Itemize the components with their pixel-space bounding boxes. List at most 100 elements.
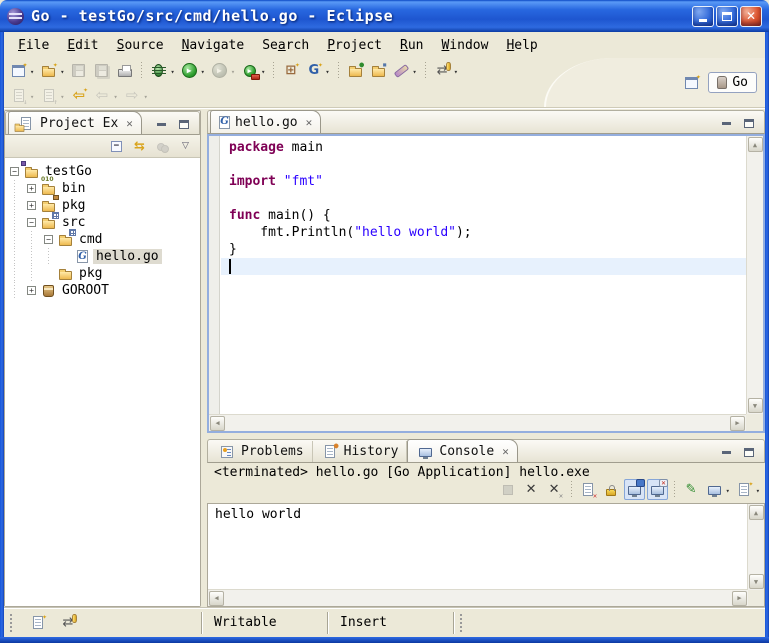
tab-history[interactable]: ●History bbox=[313, 441, 408, 462]
new-go-project-button[interactable]: ⊞✦ bbox=[280, 60, 301, 81]
minimize-console-button[interactable] bbox=[718, 445, 734, 459]
scroll-right-button[interactable]: ▶ bbox=[732, 591, 747, 606]
maximize-editor-button[interactable] bbox=[741, 116, 757, 130]
link-with-editor-button[interactable]: ⇆ bbox=[129, 136, 150, 157]
tree-item-goroot[interactable]: +GOROOT bbox=[5, 282, 200, 299]
code-line[interactable]: func main() { bbox=[229, 207, 746, 224]
open-console-button[interactable]: ✦ bbox=[734, 479, 755, 500]
expander-icon[interactable]: + bbox=[27, 184, 36, 193]
maximize-view-button[interactable] bbox=[176, 117, 192, 131]
forward-dropdown-icon[interactable]: ▾ bbox=[144, 93, 148, 101]
debug-dropdown-icon[interactable]: ▾ bbox=[170, 68, 174, 76]
tree-item-src[interactable]: −src bbox=[5, 214, 200, 231]
new-menu-button[interactable]: ✦ bbox=[38, 60, 59, 81]
scroll-left-button[interactable]: ◀ bbox=[210, 416, 225, 431]
code-line[interactable]: import "fmt" bbox=[229, 173, 746, 190]
show-stderr-button[interactable]: ✕ bbox=[647, 479, 668, 500]
clear-console-button[interactable]: ✕ bbox=[578, 479, 599, 500]
menu-file[interactable]: File bbox=[9, 35, 58, 56]
scroll-lock-button[interactable] bbox=[601, 479, 622, 500]
pin-console-button[interactable]: ✎ bbox=[681, 479, 702, 500]
code-line[interactable] bbox=[229, 156, 746, 173]
sync-icon[interactable]: ⇄ bbox=[59, 614, 77, 632]
remove-all-launches-button[interactable]: ✕✕ bbox=[544, 479, 565, 500]
drag-handle[interactable] bbox=[460, 614, 463, 632]
new-wizard-button[interactable]: ✦ bbox=[8, 60, 29, 81]
print-button[interactable] bbox=[114, 60, 135, 81]
search-dropdown-icon[interactable]: ▾ bbox=[413, 68, 417, 76]
view-menu-button[interactable]: ▽ bbox=[175, 136, 196, 157]
menu-navigate[interactable]: Navigate bbox=[173, 35, 254, 56]
new-go-file-button[interactable]: G✦ bbox=[303, 60, 324, 81]
tab-problems[interactable]: Problems bbox=[210, 441, 313, 462]
next-annotation-dropdown-icon[interactable]: ▾ bbox=[30, 93, 34, 101]
minimize-editor-button[interactable] bbox=[718, 116, 734, 130]
code-line[interactable] bbox=[229, 190, 746, 207]
maximize-console-button[interactable] bbox=[741, 445, 757, 459]
scroll-down-button[interactable]: ▼ bbox=[748, 398, 763, 413]
tree-item-hello-go[interactable]: Ghello.go bbox=[5, 248, 200, 265]
code-line-current[interactable] bbox=[221, 258, 746, 275]
show-stdout-button[interactable] bbox=[624, 479, 645, 500]
code-line[interactable]: } bbox=[229, 241, 746, 258]
minimize-view-button[interactable] bbox=[153, 117, 169, 131]
console-horizontal-scrollbar[interactable]: ◀ ▶ bbox=[208, 589, 748, 606]
editor-horizontal-scrollbar[interactable]: ◀ ▶ bbox=[209, 414, 746, 431]
expander-icon[interactable]: − bbox=[27, 218, 36, 227]
run-config-dropdown-icon[interactable]: ▾ bbox=[231, 68, 235, 76]
tab-hello-go[interactable]: G hello.go ✕ bbox=[210, 110, 321, 133]
tree-item-cmd[interactable]: −cmd bbox=[5, 231, 200, 248]
tree-item-pkg[interactable]: pkg bbox=[5, 265, 200, 282]
last-edit-location-button[interactable]: ⇦✦ bbox=[68, 85, 89, 106]
scroll-left-button[interactable]: ◀ bbox=[209, 591, 224, 606]
scroll-down-button[interactable]: ▼ bbox=[749, 574, 764, 589]
menu-project[interactable]: Project bbox=[318, 35, 391, 56]
tab-console[interactable]: Console✕ bbox=[407, 439, 517, 462]
code-editor[interactable]: package main import "fmt" func main() { fm… bbox=[221, 136, 746, 414]
close-button[interactable]: ✕ bbox=[740, 6, 762, 27]
drag-handle[interactable] bbox=[10, 614, 13, 632]
menu-edit[interactable]: Edit bbox=[58, 35, 107, 56]
close-editor-icon[interactable]: ✕ bbox=[306, 116, 313, 129]
console-vertical-scrollbar[interactable]: ▲ ▼ bbox=[747, 504, 764, 590]
editor-vertical-scrollbar[interactable]: ▲ ▼ bbox=[746, 136, 763, 414]
minimize-button[interactable] bbox=[692, 6, 714, 27]
expander-icon[interactable]: + bbox=[27, 286, 36, 295]
close-view-icon[interactable]: ✕ bbox=[502, 445, 509, 458]
maximize-button[interactable] bbox=[716, 6, 738, 27]
menu-source[interactable]: Source bbox=[108, 35, 173, 56]
scroll-up-button[interactable]: ▲ bbox=[749, 505, 764, 520]
back-dropdown-icon[interactable]: ▾ bbox=[113, 93, 117, 101]
fast-view-icon[interactable]: ✦ bbox=[29, 614, 47, 632]
prev-annotation-dropdown-icon[interactable]: ▾ bbox=[60, 93, 64, 101]
run-button[interactable]: ▶ bbox=[179, 60, 200, 81]
code-line[interactable]: fmt.Println("hello world"); bbox=[229, 224, 746, 241]
expander-icon[interactable]: + bbox=[27, 201, 36, 210]
tab-project-explorer[interactable]: Project Ex ✕ bbox=[8, 111, 142, 134]
tree-item-bin[interactable]: +010bin bbox=[5, 180, 200, 197]
external-tools-button[interactable]: ▶ bbox=[239, 60, 260, 81]
open-resource-button[interactable]: ▪ bbox=[368, 60, 389, 81]
scroll-right-button[interactable]: ▶ bbox=[730, 416, 745, 431]
external-tools-dropdown-icon[interactable]: ▾ bbox=[261, 68, 265, 76]
expander-icon[interactable]: − bbox=[10, 167, 19, 176]
open-type-button[interactable]: ● bbox=[345, 60, 366, 81]
search-button[interactable] bbox=[391, 60, 412, 81]
new-go-file-dropdown-icon[interactable]: ▾ bbox=[325, 68, 329, 76]
console-output[interactable]: hello world bbox=[208, 504, 764, 526]
expander-icon[interactable]: − bbox=[44, 235, 53, 244]
collapse-all-button[interactable]: − bbox=[106, 136, 127, 157]
code-line[interactable]: package main bbox=[229, 139, 746, 156]
new-menu-dropdown-icon[interactable]: ▾ bbox=[60, 68, 64, 76]
close-view-icon[interactable]: ✕ bbox=[126, 117, 133, 130]
title-bar[interactable]: Go - testGo/src/cmd/hello.go - Eclipse ✕ bbox=[0, 0, 769, 32]
new-wizard-dropdown-icon[interactable]: ▾ bbox=[30, 68, 34, 76]
menu-help[interactable]: Help bbox=[497, 35, 546, 56]
tree-item-pkg[interactable]: +pkg bbox=[5, 197, 200, 214]
tree-item-testgo[interactable]: −testGo bbox=[5, 163, 200, 180]
display-console-button[interactable] bbox=[704, 479, 725, 500]
remove-launch-button[interactable]: ✕ bbox=[521, 479, 542, 500]
scroll-up-button[interactable]: ▲ bbox=[748, 137, 763, 152]
debug-button[interactable] bbox=[148, 60, 169, 81]
open-console-dropdown-icon[interactable]: ▾ bbox=[756, 487, 760, 495]
